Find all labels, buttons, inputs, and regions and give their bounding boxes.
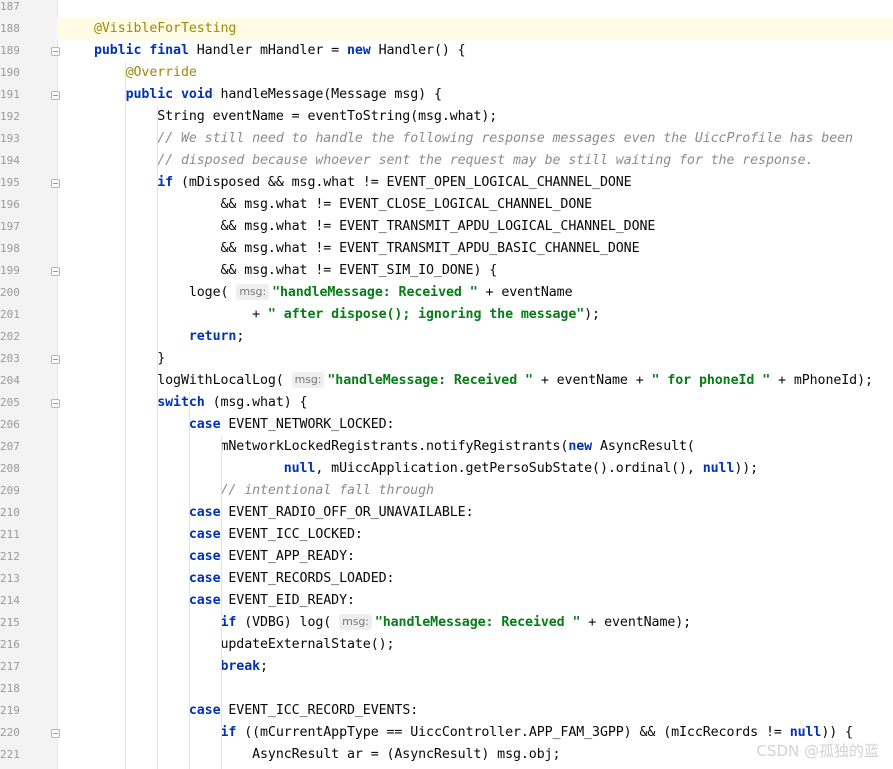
line-number: 199 bbox=[0, 264, 20, 277]
line-number: 217 bbox=[0, 660, 20, 673]
code-text: // disposed because whoever sent the req… bbox=[157, 153, 814, 168]
indent-guide bbox=[189, 392, 190, 769]
line-number: 202 bbox=[0, 330, 20, 343]
line-number: 198 bbox=[0, 242, 20, 255]
line-number: 208 bbox=[0, 462, 20, 475]
code-text: case EVENT_RECORDS_LOADED: bbox=[188, 571, 395, 586]
code-text: + " after dispose(); ignoring the messag… bbox=[94, 307, 600, 322]
code-text: logWithLocalLog( msg: "handleMessage: Rec… bbox=[94, 372, 873, 388]
code-text: case EVENT_EID_READY: bbox=[188, 593, 355, 608]
indent-guide bbox=[221, 436, 222, 769]
code-text: mNetworkLockedRegistrants.notifyRegistra… bbox=[94, 439, 695, 454]
line-number: 193 bbox=[0, 132, 20, 145]
line-number: 216 bbox=[0, 638, 20, 651]
code-text: case EVENT_ICC_LOCKED: bbox=[188, 527, 363, 542]
code-text: null, mUiccApplication.getPersoSubState(… bbox=[283, 461, 759, 476]
code-text: } bbox=[94, 351, 166, 366]
line-number: 189 bbox=[0, 44, 20, 57]
code-text: updateExternalState(); bbox=[94, 637, 395, 652]
line-number: 203 bbox=[0, 352, 20, 365]
fold-marker-icon[interactable] bbox=[51, 91, 60, 100]
code-text: switch (msg.what) { bbox=[157, 395, 308, 410]
code-text: case EVENT_RADIO_OFF_OR_UNAVAILABLE: bbox=[188, 505, 474, 520]
watermark: CSDN @孤独的蓝 bbox=[756, 742, 879, 760]
code-text: AsyncResult ar = (AsyncResult) msg.obj; bbox=[94, 747, 561, 762]
code-text: @VisibleForTesting bbox=[94, 21, 237, 36]
line-number: 219 bbox=[0, 704, 20, 717]
code-text: && msg.what != EVENT_TRANSMIT_APDU_LOGIC… bbox=[94, 219, 656, 234]
code-text: if ((mCurrentAppType == UiccController.A… bbox=[220, 725, 854, 740]
code-text: return; bbox=[188, 329, 245, 344]
line-number: 187 bbox=[0, 0, 20, 13]
fold-marker-icon[interactable] bbox=[51, 267, 60, 276]
code-editor[interactable]: 187 188 @VisibleForTesting 189 public final … bbox=[0, 0, 893, 769]
line-number: 220 bbox=[0, 726, 20, 739]
code-text: case EVENT_APP_READY: bbox=[188, 549, 355, 564]
line-number: 210 bbox=[0, 506, 20, 519]
line-number: 207 bbox=[0, 440, 20, 453]
fold-marker-icon[interactable] bbox=[51, 179, 60, 188]
line-number: 218 bbox=[0, 682, 20, 695]
line-number: 204 bbox=[0, 374, 20, 387]
code-text: public final Handler mHandler = new Hand… bbox=[94, 43, 466, 58]
code-text: @Override bbox=[125, 65, 197, 80]
line-number: 200 bbox=[0, 286, 20, 299]
code-text: if (VDBG) log( msg: "handleMessage: Recei… bbox=[220, 614, 692, 630]
code-text: break; bbox=[220, 659, 269, 674]
line-number: 197 bbox=[0, 220, 20, 233]
code-text: if (mDisposed && msg.what != EVENT_OPEN_… bbox=[157, 175, 632, 190]
fold-marker-icon[interactable] bbox=[51, 729, 60, 738]
indent-guide bbox=[125, 62, 126, 769]
code-line[interactable] bbox=[57, 348, 893, 370]
line-number: 221 bbox=[0, 748, 20, 761]
code-line[interactable] bbox=[57, 0, 893, 18]
code-text: // We still need to handle the following… bbox=[157, 131, 853, 146]
line-number: 192 bbox=[0, 110, 20, 123]
indent-guide bbox=[157, 106, 158, 769]
line-number: 195 bbox=[0, 176, 20, 189]
line-number: 188 bbox=[0, 22, 20, 35]
fold-marker-icon[interactable] bbox=[51, 47, 60, 56]
code-line[interactable] bbox=[57, 678, 893, 700]
fold-marker-icon[interactable] bbox=[51, 399, 60, 408]
code-text: String eventName = eventToString(msg.wha… bbox=[94, 109, 498, 124]
line-number: 206 bbox=[0, 418, 20, 431]
code-text: && msg.what != EVENT_TRANSMIT_APDU_BASIC… bbox=[94, 241, 640, 256]
line-number: 205 bbox=[0, 396, 20, 409]
line-number: 213 bbox=[0, 572, 20, 585]
code-text: && msg.what != EVENT_CLOSE_LOGICAL_CHANN… bbox=[94, 197, 593, 212]
code-text: public void handleMessage(Message msg) { bbox=[125, 87, 442, 102]
line-number: 209 bbox=[0, 484, 20, 497]
code-text: case EVENT_NETWORK_LOCKED: bbox=[188, 417, 395, 432]
line-number: 214 bbox=[0, 594, 20, 607]
code-text: case EVENT_ICC_RECORD_EVENTS: bbox=[188, 703, 419, 718]
line-number: 194 bbox=[0, 154, 20, 167]
line-number: 190 bbox=[0, 66, 20, 79]
code-text: // intentional fall through bbox=[220, 483, 435, 498]
fold-marker-icon[interactable] bbox=[51, 355, 60, 364]
code-text: && msg.what != EVENT_SIM_IO_DONE) { bbox=[94, 263, 498, 278]
line-number: 196 bbox=[0, 198, 20, 211]
line-number: 201 bbox=[0, 308, 20, 321]
line-number: 211 bbox=[0, 528, 20, 541]
code-text: loge( msg: "handleMessage: Received " + e… bbox=[94, 284, 573, 300]
line-number: 212 bbox=[0, 550, 20, 563]
line-number: 191 bbox=[0, 88, 20, 101]
line-number: 215 bbox=[0, 616, 20, 629]
